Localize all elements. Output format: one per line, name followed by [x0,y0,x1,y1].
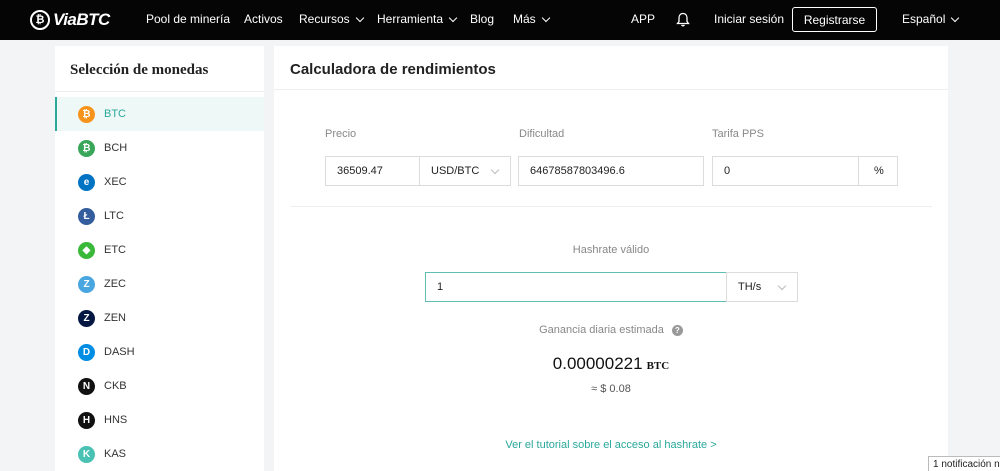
hashrate-unit-select[interactable]: TH/s [726,272,798,302]
nav-resources[interactable]: Recursos [299,12,364,26]
daily-earnings-value: 0.00000221 BTC [274,354,948,374]
divider [55,91,264,92]
dash-icon: D [78,343,95,361]
coin-item-xec[interactable]: e XEC [55,165,264,199]
coin-item-label: BTC [104,108,126,120]
hashrate-unit-value: TH/s [738,281,762,293]
nav-tools-label: Herramienta [377,12,444,26]
coin-item-dash[interactable]: D DASH [55,335,264,369]
coin-item-bch[interactable]: ₿ BCH [55,131,264,165]
coin-item-hns[interactable]: H HNS [55,403,264,437]
coin-item-ltc[interactable]: Ł LTC [55,199,264,233]
coin-item-zen[interactable]: Z ZEN [55,301,264,335]
login-link[interactable]: Iniciar sesión [714,12,784,26]
chevron-down-icon [448,13,458,22]
xec-icon: e [78,173,95,191]
valid-hashrate-label: Hashrate válido [572,244,650,256]
chevron-down-icon [777,281,787,291]
top-nav-bar: ₿ ViaBTC Pool de minería Activos Recurso… [0,0,1000,40]
coin-selection-title: Selección de monedas [70,62,209,78]
zec-icon: Z [78,275,95,293]
hashrate-input[interactable]: 1 [425,272,727,302]
ltc-icon: Ł [78,207,95,225]
chevron-down-icon [951,13,960,22]
etc-icon: ◆ [78,241,95,259]
nav-resources-label: Recursos [299,12,350,26]
language-label: Español [902,12,946,26]
nav-blog[interactable]: Blog [470,12,494,26]
chevron-down-icon [355,13,364,22]
hashrate-tutorial-link[interactable]: Ver el tutorial sobre el acceso al hashr… [274,439,948,451]
pps-fee-input[interactable]: 0 [712,156,860,186]
daily-usd-amount: ≈ $ 0.08 [591,383,631,395]
price-unit-value: USD/BTC [431,165,480,177]
coin-item-btc[interactable]: ₿ BTC [55,97,264,131]
zen-icon: Z [78,309,95,327]
calculator-panel: Calculadora de rendimientos Precio Dific… [274,46,948,471]
kas-icon: K [78,445,95,463]
brand-name: ViaBTC [53,10,110,29]
difficulty-label: Dificultad [519,128,565,140]
coin-item-label: ZEC [104,278,126,290]
nav-app[interactable]: APP [631,12,655,26]
coin-item-label: BCH [104,142,128,154]
bitcoin-logo-icon: ₿ [30,10,50,30]
coin-item-label: ETC [104,244,126,256]
difficulty-input[interactable]: 64678587803496.6 [518,156,704,186]
nav-assets[interactable]: Activos [244,12,283,26]
coin-item-etc[interactable]: ◆ ETC [55,233,264,267]
coin-item-ckb[interactable]: N CKB [55,369,264,403]
pps-fee-label: Tarifa PPS [712,128,764,140]
divider [274,89,948,90]
btc-icon: ₿ [78,105,95,123]
chevron-down-icon [490,165,500,175]
nav-tools[interactable]: Herramienta [377,12,458,26]
ckb-icon: N [78,377,95,395]
price-label: Precio [325,128,357,140]
nav-mining-pool[interactable]: Pool de minería [146,12,230,26]
daily-earnings-label: Ganancia diaria estimada [539,324,664,336]
percent-unit: % [858,156,898,186]
register-button[interactable]: Registrarse [792,7,877,32]
coin-item-zec[interactable]: Z ZEC [55,267,264,301]
viabtc-logo[interactable]: ₿ ViaBTC [30,8,110,32]
help-icon[interactable]: ? [671,324,683,336]
notification-toast[interactable]: 1 notificación nueva [928,456,1000,471]
price-unit-select[interactable]: USD/BTC [419,156,511,186]
page-title: Calculadora de rendimientos [290,61,496,78]
nav-more-label: Más [513,12,536,26]
coin-item-label: DASH [104,346,135,358]
coin-item-label: ZEN [104,312,126,324]
coin-item-label: KAS [104,448,127,460]
bell-icon[interactable] [676,12,690,27]
language-selector[interactable]: Español [902,12,960,26]
divider [290,206,932,207]
coin-item-label: XEC [104,176,127,188]
chevron-down-icon [541,13,550,22]
daily-btc-amount: 0.00000221 [552,354,643,373]
daily-btc-unit: BTC [646,360,670,372]
nav-more[interactable]: Más [513,12,550,26]
coin-item-label: LTC [104,210,124,222]
coin-selection-panel: Selección de monedas ₿ BTC ₿ BCH e XEC Ł LTC ◆ ET… [55,46,264,471]
coin-item-label: HNS [104,414,128,426]
hns-icon: H [78,411,95,429]
bch-icon: ₿ [78,139,95,157]
coin-item-kas[interactable]: K KAS [55,437,264,471]
coin-item-label: CKB [104,380,127,392]
estimated-daily-earnings: Ganancia diaria estimada? [274,324,948,336]
price-input[interactable]: 36509.47 [325,156,420,186]
